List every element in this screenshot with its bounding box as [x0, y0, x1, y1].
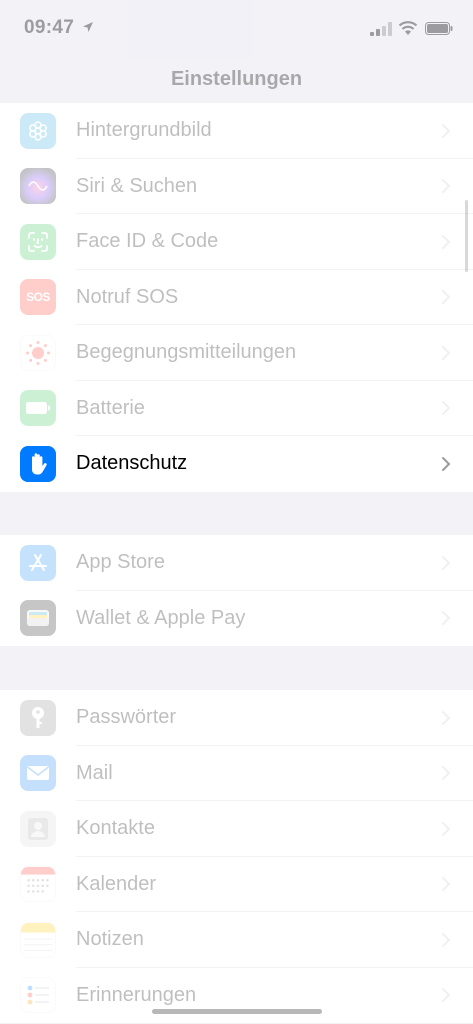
settings-group-2: App Store Wallet & Apple Pay	[0, 535, 473, 646]
settings-row-face-id[interactable]: Face ID & Code	[0, 214, 473, 270]
key-icon	[20, 699, 56, 736]
settings-group-1: Hintergrundbild Siri & Suchen Face ID & …	[0, 103, 473, 492]
chevron-right-icon	[442, 988, 451, 1003]
cellular-signal-icon	[370, 22, 392, 36]
calendar-icon	[20, 866, 56, 903]
settings-row-erinnerungen[interactable]: Erinnerungen	[0, 968, 473, 1024]
chevron-right-icon	[442, 710, 451, 725]
chevron-right-icon	[442, 179, 451, 194]
settings-row-mail[interactable]: Mail	[0, 746, 473, 801]
settings-row-batterie[interactable]: Batterie	[0, 381, 473, 436]
settings-row-notizen[interactable]: Notizen	[0, 912, 473, 968]
chevron-right-icon	[442, 932, 451, 947]
chevron-right-icon	[442, 611, 451, 626]
settings-row-begegnungsmitteilungen[interactable]: Begegnungsmitteilungen	[0, 325, 473, 381]
row-label: Kontakte	[76, 817, 155, 840]
notes-icon	[20, 921, 56, 958]
row-label: Kalender	[76, 872, 157, 895]
settings-group-3: Passwörter Mail Kontakte Kalender Notize…	[0, 690, 473, 1023]
row-label: Siri & Suchen	[76, 174, 198, 197]
row-label: Erinnerungen	[76, 983, 197, 1006]
settings-row-passwoerter[interactable]: Passwörter	[0, 690, 473, 746]
row-label: Notruf SOS	[76, 285, 179, 308]
battery-status-icon	[425, 22, 453, 35]
scroll-indicator[interactable]	[465, 200, 468, 272]
row-label: Passwörter	[76, 706, 177, 729]
wifi-icon	[398, 21, 418, 35]
row-label: Wallet & Apple Pay	[76, 606, 246, 629]
chevron-right-icon	[442, 401, 451, 416]
exposure-notifications-icon	[20, 334, 56, 371]
settings-row-siri[interactable]: Siri & Suchen	[0, 159, 473, 214]
row-label: Batterie	[76, 396, 145, 419]
row-label: Begegnungsmitteilungen	[76, 341, 297, 364]
face-id-icon	[20, 223, 56, 260]
mail-icon	[20, 755, 56, 792]
battery-icon	[20, 390, 56, 427]
contacts-icon	[20, 810, 56, 847]
chevron-right-icon	[442, 555, 451, 570]
wallpaper-icon	[20, 112, 56, 149]
settings-row-app-store[interactable]: App Store	[0, 535, 473, 591]
settings-row-notruf-sos[interactable]: SOS Notruf SOS	[0, 270, 473, 325]
chevron-right-icon	[442, 234, 451, 249]
status-bar: 09:47	[0, 0, 473, 58]
row-label: Hintergrundbild	[76, 119, 212, 142]
row-label: Notizen	[76, 928, 144, 951]
sos-icon-text: SOS	[26, 290, 50, 305]
app-store-icon	[20, 544, 56, 581]
status-time: 09:47	[24, 17, 75, 38]
row-label: Face ID & Code	[76, 230, 219, 253]
chevron-right-icon	[442, 345, 451, 360]
settings-row-hintergrundbild[interactable]: Hintergrundbild	[0, 103, 473, 159]
chevron-right-icon	[442, 290, 451, 305]
chevron-right-icon	[442, 456, 451, 471]
settings-row-kalender[interactable]: Kalender	[0, 857, 473, 912]
chevron-right-icon	[442, 821, 451, 836]
sos-icon: SOS	[20, 279, 56, 316]
reminders-icon	[20, 977, 56, 1014]
settings-row-kontakte[interactable]: Kontakte	[0, 801, 473, 857]
chevron-right-icon	[442, 123, 451, 138]
location-arrow-icon	[83, 22, 93, 32]
row-label: Datenschutz	[76, 452, 188, 475]
home-indicator[interactable]	[152, 1009, 322, 1014]
settings-row-wallet[interactable]: Wallet & Apple Pay	[0, 591, 473, 647]
page-title: Einstellungen	[170, 68, 303, 90]
siri-icon	[20, 168, 56, 205]
settings-row-datenschutz[interactable]: Datenschutz	[0, 436, 473, 492]
hand-icon	[20, 445, 56, 482]
chevron-right-icon	[442, 766, 451, 781]
row-label: App Store	[76, 551, 165, 574]
chevron-right-icon	[442, 877, 451, 892]
row-label: Mail	[76, 761, 113, 784]
wallet-icon	[20, 600, 56, 637]
